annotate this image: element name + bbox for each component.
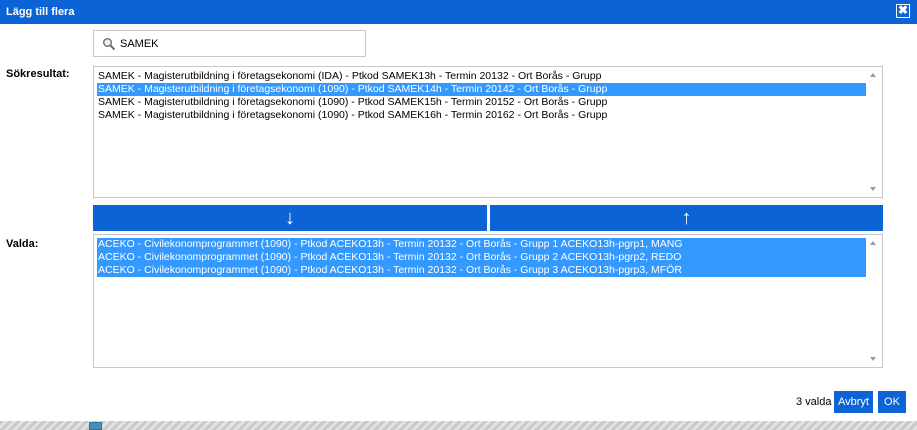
move-up-button[interactable]: ↑ (490, 205, 883, 231)
dialog-title: Lägg till flera (6, 6, 75, 18)
results-scrollbar[interactable] (867, 67, 882, 197)
bottom-strip (0, 421, 917, 430)
selected-item[interactable]: ACEKO - Civilekonomprogrammet (1090) - P… (97, 251, 866, 264)
taskbar-icon (89, 422, 102, 430)
arrow-down-icon: ↓ (285, 207, 295, 229)
magnifier-icon (103, 38, 116, 51)
selected-count: 3 valda (796, 396, 832, 408)
results-label: Sökresultat: (6, 68, 70, 80)
close-icon: ✖ (897, 3, 909, 17)
move-down-button[interactable]: ↓ (93, 205, 487, 231)
scroll-up-icon[interactable] (870, 73, 876, 77)
result-item[interactable]: SAMEK - Magisterutbildning i företagseko… (97, 70, 866, 83)
arrow-up-icon: ↑ (681, 207, 692, 229)
selected-item[interactable]: ACEKO - Civilekonomprogrammet (1090) - P… (97, 238, 866, 251)
results-items: SAMEK - Magisterutbildning i företagseko… (97, 70, 866, 122)
search-box[interactable] (93, 30, 366, 57)
search-input[interactable] (120, 35, 360, 53)
ok-button[interactable]: OK (878, 391, 906, 413)
results-listbox[interactable]: SAMEK - Magisterutbildning i företagseko… (93, 66, 883, 198)
selected-listbox[interactable]: ACEKO - Civilekonomprogrammet (1090) - P… (93, 234, 883, 368)
selected-item[interactable]: ACEKO - Civilekonomprogrammet (1090) - P… (97, 264, 866, 277)
dialog-titlebar: Lägg till flera ✖ (0, 0, 917, 24)
result-item[interactable]: SAMEK - Magisterutbildning i företagseko… (97, 83, 866, 96)
result-item[interactable]: SAMEK - Magisterutbildning i företagseko… (97, 109, 866, 122)
scroll-up-icon[interactable] (870, 241, 876, 245)
close-button[interactable]: ✖ (896, 4, 910, 18)
cancel-button[interactable]: Avbryt (834, 391, 873, 413)
scroll-down-icon[interactable] (870, 187, 876, 191)
result-item[interactable]: SAMEK - Magisterutbildning i företagseko… (97, 96, 866, 109)
selected-scrollbar[interactable] (867, 235, 882, 367)
selected-label: Valda: (6, 238, 39, 250)
scroll-down-icon[interactable] (870, 357, 876, 361)
selected-items: ACEKO - Civilekonomprogrammet (1090) - P… (97, 238, 866, 277)
